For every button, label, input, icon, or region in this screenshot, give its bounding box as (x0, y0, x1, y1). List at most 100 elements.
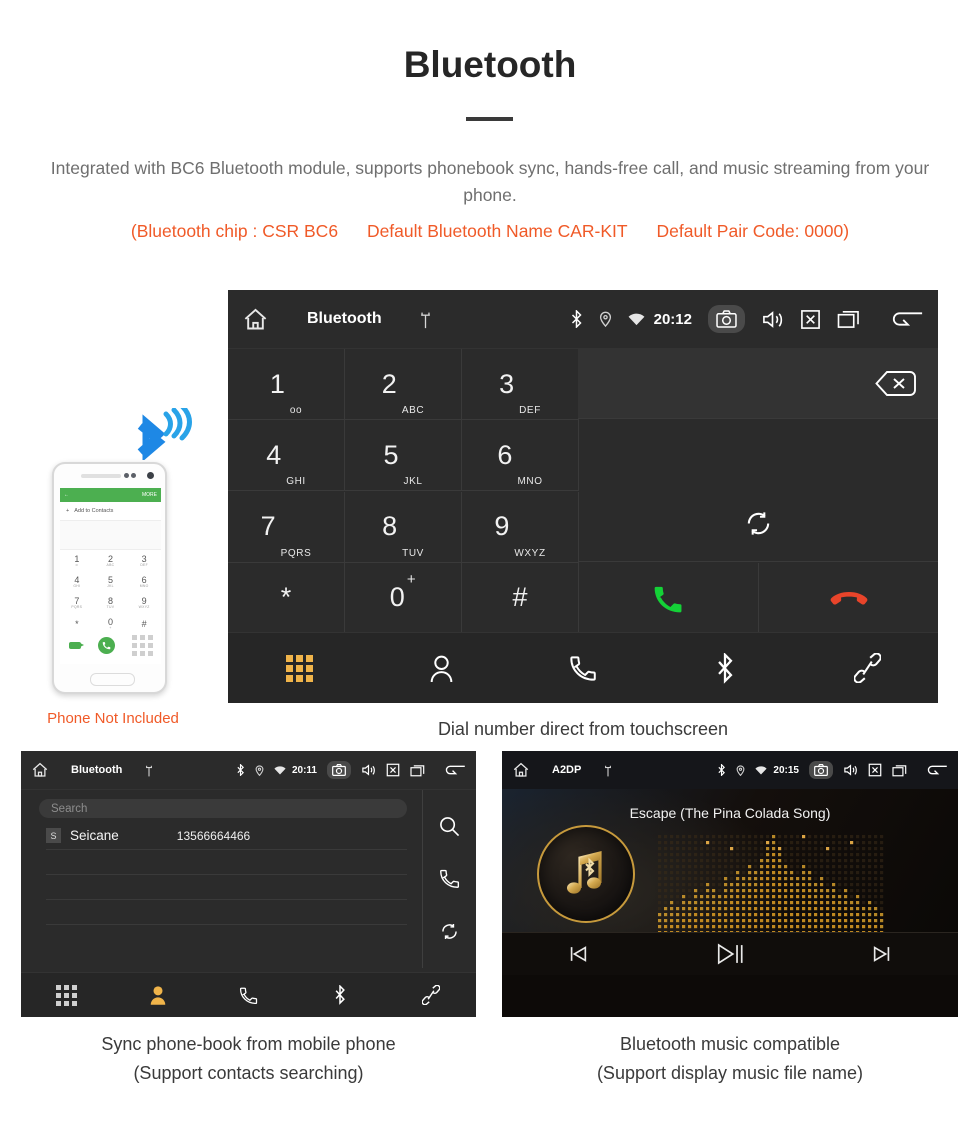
bluetooth-icon (570, 310, 583, 328)
camera-icon[interactable] (327, 761, 351, 779)
phone-key[interactable]: * (60, 613, 94, 634)
volume-icon[interactable] (761, 309, 784, 330)
phone-keypad[interactable]: 1 ∞ 2 ABC 3 DEF 4 GHI 5 JKL 6 MNO 7 PQRS 8 TUV 9 WXYZ * 0 + # (60, 550, 161, 634)
dial-key-4[interactable]: 4 GHI (228, 420, 345, 492)
dial-key-6[interactable]: 6 MNO (462, 420, 579, 492)
phone-key[interactable]: 4 GHI (60, 571, 94, 592)
phone-home-button[interactable] (90, 673, 135, 686)
home-icon[interactable] (242, 306, 269, 333)
close-icon[interactable] (868, 763, 882, 777)
dial-key-1[interactable]: 1 oo (228, 349, 345, 420)
phone-screen: ← MORE + Add to Contacts 1 ∞ 2 ABC 3 DEF 4 GHI 5… (60, 488, 161, 664)
play-pause-button[interactable] (654, 941, 806, 967)
camera-icon[interactable] (708, 305, 745, 333)
phone-key[interactable]: 7 PQRS (60, 592, 94, 613)
dial-key-3[interactable]: 3 DEF (462, 349, 579, 420)
table-row[interactable] (46, 850, 407, 875)
dial-key-hash[interactable]: # (462, 562, 579, 634)
phone-key[interactable]: 2 ABC (94, 550, 128, 571)
dial-key-star[interactable]: * (228, 562, 345, 634)
sync-icon[interactable] (439, 921, 460, 942)
tab-call-log[interactable] (203, 986, 294, 1005)
recents-icon[interactable] (892, 764, 907, 777)
table-row[interactable] (46, 875, 407, 900)
dialpad-icon (56, 984, 77, 1006)
sync-icon[interactable] (743, 508, 774, 539)
phone-key[interactable]: 3 DEF (127, 550, 161, 571)
phone-number-field[interactable] (60, 521, 161, 550)
dialer-number-field[interactable] (578, 349, 938, 419)
recents-icon[interactable] (837, 309, 860, 329)
dial-key-number: 9 (494, 511, 510, 541)
tab-link[interactable] (796, 653, 938, 683)
phone-key[interactable]: 8 TUV (94, 592, 128, 613)
search-input[interactable]: Search (39, 799, 407, 818)
phone-keypad-icon[interactable] (131, 634, 153, 656)
usb-icon (603, 764, 613, 777)
backspace-icon[interactable] (874, 370, 918, 397)
dialer-title: Bluetooth (307, 310, 382, 327)
tab-dialpad[interactable] (228, 654, 370, 682)
volume-icon[interactable] (843, 763, 858, 777)
dial-key-9[interactable]: 9 WXYZ (462, 491, 579, 563)
dialer-clock: 20:12 (653, 310, 692, 328)
dial-key-7[interactable]: 7 PQRS (228, 491, 345, 563)
dial-key-number: * (280, 582, 292, 613)
call-icon[interactable] (439, 868, 460, 889)
usb-icon (144, 764, 154, 777)
dial-key-0[interactable]: 0 + (345, 562, 462, 634)
search-placeholder: Search (51, 802, 88, 815)
back-icon[interactable] (926, 762, 948, 778)
status-bar-right: 20:15 (707, 761, 948, 779)
bluetooth-icon (236, 764, 245, 776)
tab-bluetooth[interactable] (294, 985, 385, 1005)
table-row[interactable]: S Seicane 13566664466 (46, 822, 407, 850)
tab-link[interactable] (385, 985, 476, 1005)
volume-icon[interactable] (361, 763, 376, 777)
call-answer-button[interactable] (578, 563, 759, 634)
phone-back-icon[interactable]: ← (64, 492, 69, 498)
tab-call-log[interactable] (512, 654, 654, 682)
recents-icon[interactable] (410, 764, 425, 777)
dial-key-number: 1 (269, 368, 285, 399)
tab-contacts[interactable] (370, 654, 512, 683)
contacts-icon (428, 654, 455, 683)
phone-key[interactable]: 0 + (94, 613, 128, 634)
tab-bluetooth[interactable] (654, 652, 796, 684)
phone-key[interactable]: 9 WXYZ (127, 592, 161, 613)
previous-button[interactable] (502, 943, 654, 965)
phone-call-button[interactable] (97, 636, 115, 654)
tab-contacts[interactable] (112, 985, 203, 1005)
phone-key[interactable]: 5 JKL (94, 571, 128, 592)
dial-key-8[interactable]: 8 TUV (345, 491, 462, 563)
search-icon[interactable] (439, 816, 460, 837)
home-icon[interactable] (512, 761, 530, 779)
phone-more-label[interactable]: MORE (142, 492, 157, 498)
tab-dialpad[interactable] (21, 984, 112, 1006)
dialer-sync-area[interactable] (578, 420, 938, 562)
back-icon[interactable] (890, 307, 924, 331)
close-icon[interactable] (800, 309, 821, 330)
next-button[interactable] (806, 943, 958, 965)
phonebook-caption-line1: Sync phone-book from mobile phone (101, 1034, 396, 1054)
dial-key-letters: WXYZ (514, 547, 546, 559)
table-row[interactable] (46, 900, 407, 925)
back-icon[interactable] (444, 762, 466, 778)
dial-key-5[interactable]: 5 JKL (345, 420, 462, 492)
phone-add-contact-row[interactable]: + Add to Contacts (60, 502, 161, 521)
camera-icon[interactable] (809, 761, 833, 779)
phone-key[interactable]: # (127, 613, 161, 634)
home-icon[interactable] (31, 761, 49, 779)
phone-key[interactable]: 6 MNO (127, 571, 161, 592)
dial-key-2[interactable]: 2 ABC (345, 349, 462, 420)
dial-key-number: 2 (381, 368, 397, 399)
status-bar-left: A2DP (512, 761, 613, 779)
call-hangup-button[interactable] (759, 563, 938, 634)
phone-video-call-icon[interactable] (68, 641, 84, 649)
close-icon[interactable] (386, 763, 400, 777)
music-title: A2DP (552, 764, 582, 776)
phone-speaker (81, 474, 121, 478)
phonebook-caption: Sync phone-book from mobile phone (Suppo… (21, 1030, 476, 1088)
phone-key[interactable]: 1 ∞ (60, 550, 94, 571)
dialer-keypad[interactable]: 1 oo 2 ABC 3 DEF 4 GHI 5 JKL 6 MNO 7 PQRS 8 TUV 9 WXYZ * 0 +… (228, 349, 579, 634)
